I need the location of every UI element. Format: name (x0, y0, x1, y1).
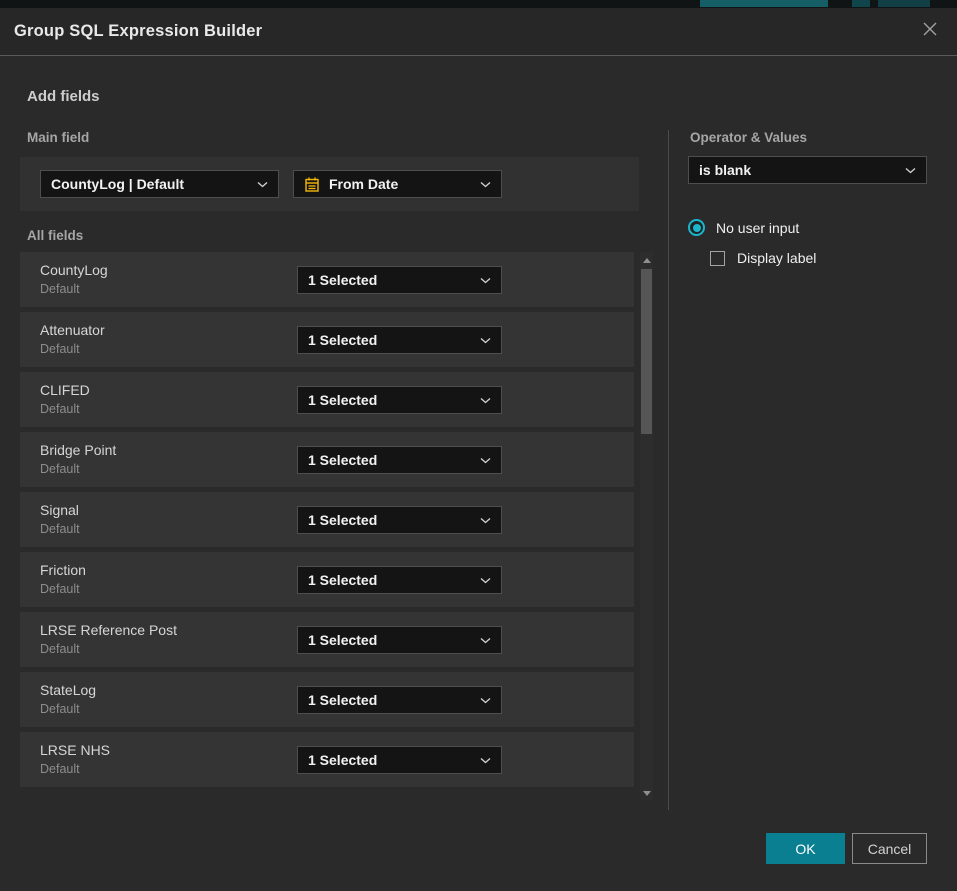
scrollbar-thumb[interactable] (641, 269, 652, 434)
chevron-down-icon (480, 277, 491, 284)
field-selection-value: 1 Selected (308, 512, 472, 528)
background-fragment (852, 0, 870, 7)
panel-divider (668, 130, 669, 810)
main-field-dropdown[interactable]: From Date (293, 170, 502, 198)
field-name: StateLog (40, 682, 96, 698)
radio-icon (688, 219, 705, 236)
field-selection-value: 1 Selected (308, 272, 472, 288)
dialog-titlebar: Group SQL Expression Builder (0, 8, 957, 56)
cancel-button[interactable]: Cancel (852, 833, 927, 864)
group-sql-expression-builder-dialog: Group SQL Expression Builder Add fields … (0, 8, 957, 891)
chevron-down-icon (480, 577, 491, 584)
field-selection-value: 1 Selected (308, 572, 472, 588)
screen: Group SQL Expression Builder Add fields … (0, 0, 957, 891)
field-name: Friction (40, 562, 86, 578)
chevron-down-icon (480, 637, 491, 644)
radio-label: No user input (716, 220, 799, 236)
field-row[interactable]: StateLog Default 1 Selected (20, 672, 634, 727)
field-selection-dropdown[interactable]: 1 Selected (297, 386, 502, 414)
main-field-value: From Date (329, 176, 472, 192)
field-name: LRSE NHS (40, 742, 110, 758)
add-fields-heading: Add fields (27, 88, 100, 105)
list-scrollbar[interactable] (640, 252, 653, 800)
chevron-down-icon (905, 167, 916, 174)
field-subtitle: Default (40, 582, 80, 596)
field-subtitle: Default (40, 702, 80, 716)
chevron-down-icon (480, 517, 491, 524)
field-name: Bridge Point (40, 442, 116, 458)
background-fragment (700, 0, 828, 7)
main-field-panel: CountyLog | Default From Date (20, 157, 639, 211)
chevron-down-icon (480, 397, 491, 404)
field-selection-dropdown[interactable]: 1 Selected (297, 326, 502, 354)
field-subtitle: Default (40, 462, 80, 476)
dialog-title: Group SQL Expression Builder (14, 22, 262, 41)
chevron-down-icon (480, 181, 491, 188)
close-icon (920, 19, 940, 45)
field-subtitle: Default (40, 642, 80, 656)
field-selection-dropdown[interactable]: 1 Selected (297, 746, 502, 774)
field-selection-value: 1 Selected (308, 392, 472, 408)
field-row[interactable]: LRSE NHS Default 1 Selected (20, 732, 634, 787)
field-row[interactable]: Attenuator Default 1 Selected (20, 312, 634, 367)
field-selection-value: 1 Selected (308, 632, 472, 648)
chevron-down-icon (480, 757, 491, 764)
field-row[interactable]: Friction Default 1 Selected (20, 552, 634, 607)
field-name: CLIFED (40, 382, 90, 398)
field-selection-dropdown[interactable]: 1 Selected (297, 446, 502, 474)
chevron-down-icon (480, 697, 491, 704)
field-selection-dropdown[interactable]: 1 Selected (297, 686, 502, 714)
radio-dot (693, 224, 701, 232)
close-button[interactable] (915, 17, 945, 47)
operator-value: is blank (699, 162, 897, 178)
scroll-down-icon[interactable] (643, 791, 651, 796)
chevron-down-icon (257, 181, 268, 188)
no-user-input-radio[interactable]: No user input (688, 219, 799, 236)
operator-values-heading: Operator & Values (690, 130, 807, 145)
field-selection-dropdown[interactable]: 1 Selected (297, 506, 502, 534)
display-label-checkbox[interactable]: Display label (710, 250, 816, 266)
operator-dropdown[interactable]: is blank (688, 156, 927, 184)
calendar-date-icon (304, 176, 320, 193)
field-selection-dropdown[interactable]: 1 Selected (297, 626, 502, 654)
field-selection-value: 1 Selected (308, 752, 472, 768)
main-field-label: Main field (27, 130, 89, 145)
chevron-down-icon (480, 457, 491, 464)
field-subtitle: Default (40, 522, 80, 536)
checkbox-icon (710, 251, 725, 266)
field-name: Attenuator (40, 322, 105, 338)
field-row[interactable]: LRSE Reference Post Default 1 Selected (20, 612, 634, 667)
field-subtitle: Default (40, 762, 80, 776)
background-fragment (878, 0, 930, 7)
field-row[interactable]: CLIFED Default 1 Selected (20, 372, 634, 427)
ok-button[interactable]: OK (766, 833, 845, 864)
chevron-down-icon (480, 337, 491, 344)
field-selection-value: 1 Selected (308, 452, 472, 468)
field-subtitle: Default (40, 342, 80, 356)
checkbox-label: Display label (737, 250, 816, 266)
field-name: LRSE Reference Post (40, 622, 177, 638)
field-selection-dropdown[interactable]: 1 Selected (297, 566, 502, 594)
field-row[interactable]: CountyLog Default 1 Selected (20, 252, 634, 307)
field-selection-value: 1 Selected (308, 692, 472, 708)
field-subtitle: Default (40, 282, 80, 296)
field-subtitle: Default (40, 402, 80, 416)
background-app-strip (0, 0, 957, 8)
scroll-up-icon[interactable] (643, 258, 651, 263)
field-selection-value: 1 Selected (308, 332, 472, 348)
field-name: Signal (40, 502, 79, 518)
all-fields-list: CountyLog Default 1 Selected Attenuator … (20, 252, 634, 792)
field-row[interactable]: Signal Default 1 Selected (20, 492, 634, 547)
layer-select-dropdown[interactable]: CountyLog | Default (40, 170, 279, 198)
field-name: CountyLog (40, 262, 108, 278)
all-fields-label: All fields (27, 228, 83, 243)
layer-select-value: CountyLog | Default (51, 176, 249, 192)
field-row[interactable]: Bridge Point Default 1 Selected (20, 432, 634, 487)
field-selection-dropdown[interactable]: 1 Selected (297, 266, 502, 294)
